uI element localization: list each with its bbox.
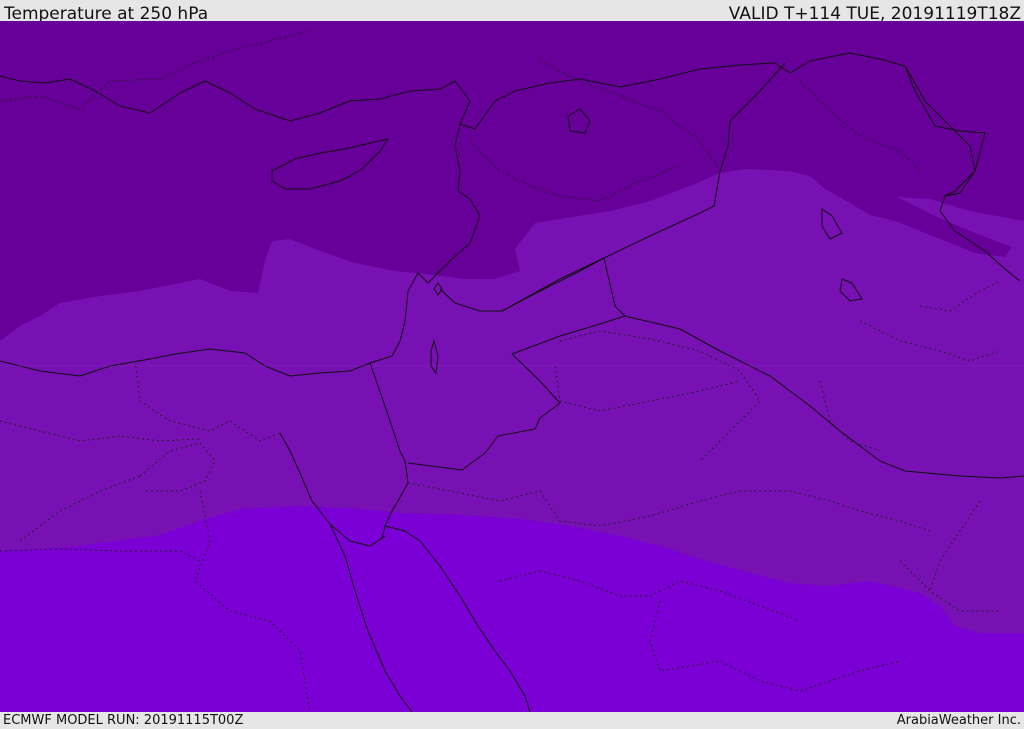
credit-label: ArabiaWeather Inc.: [896, 713, 1021, 728]
valid-time-label: VALID T+114 TUE, 20191119T18Z: [728, 4, 1021, 24]
temperature-map: [0, 21, 1024, 712]
map-title: Temperature at 250 hPa: [4, 4, 209, 24]
model-run-label: ECMWF MODEL RUN: 20191115T00Z: [3, 713, 244, 728]
forecast-map-frame: Temperature at 250 hPa VALID T+114 TUE, …: [0, 0, 1024, 729]
